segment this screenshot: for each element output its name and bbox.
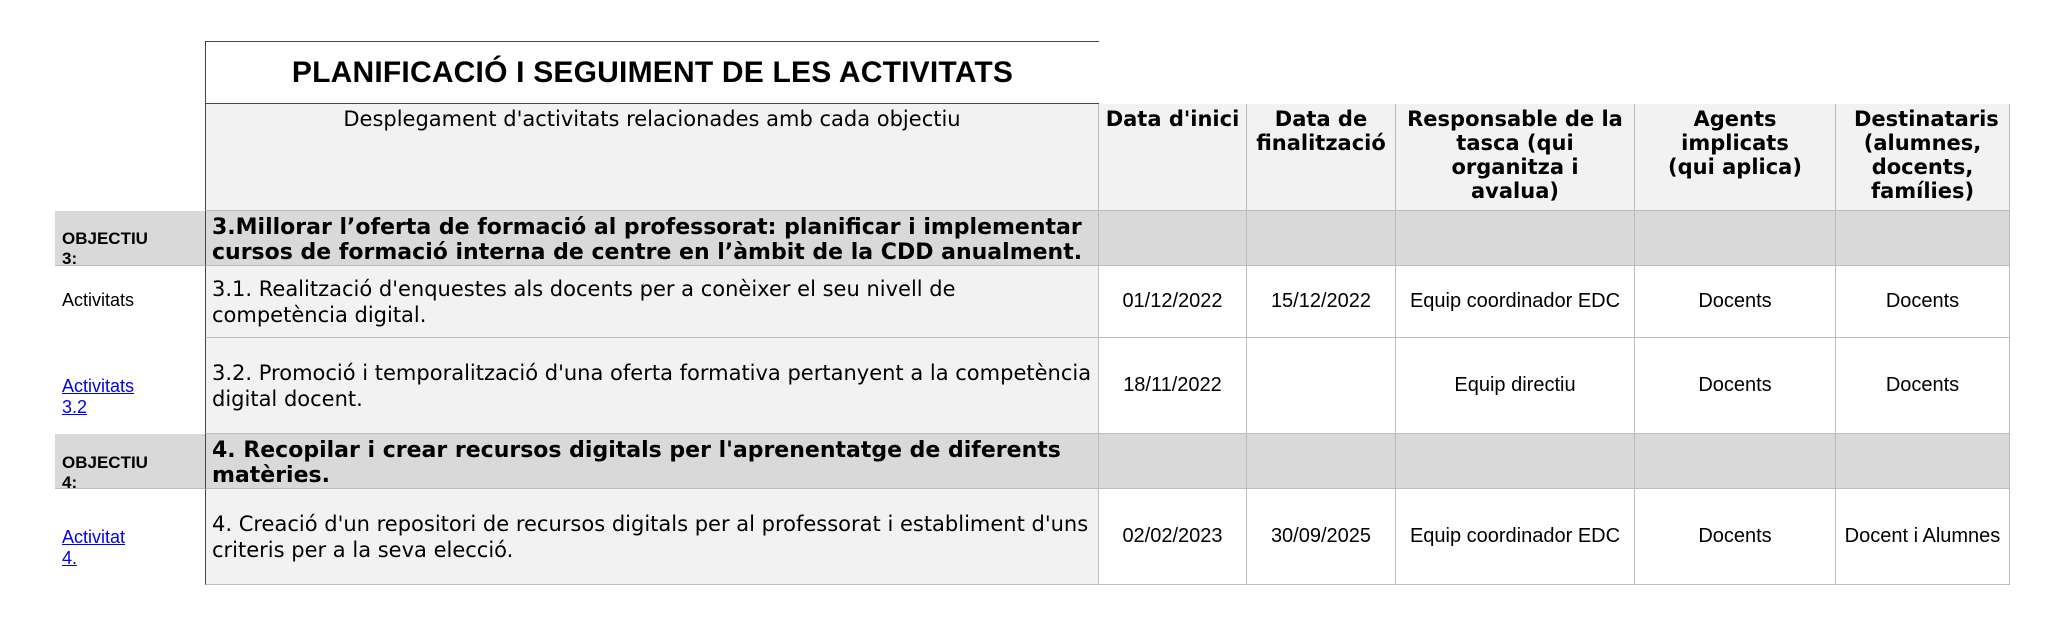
objective-4-label: OBJECTIU 4: — [62, 453, 148, 492]
row-1-end-date: 15/12/2022 — [1247, 266, 1396, 338]
row-1-description: 3.1. Realització d'enquestes als docents… — [205, 266, 1099, 338]
objective-3-text: 3.Millorar l’oferta de formació al profe… — [205, 211, 1099, 266]
row-2-description: 3.2. Promoció i temporalització d'una of… — [205, 338, 1099, 434]
row-3-start-date: 02/02/2023 — [1099, 489, 1247, 585]
header-end-date: Data de finalització — [1247, 104, 1396, 211]
row-2-recipients: Docents — [1836, 338, 2010, 434]
row-1-recipients: Docents — [1836, 266, 2010, 338]
row-3-recipients: Docent i Alumnes — [1836, 489, 2010, 585]
header-recipients: Destinataris (alumnes, docents, famílies… — [1836, 104, 2010, 211]
row-1-start-date: 01/12/2022 — [1099, 266, 1247, 338]
row-3-end-date: 30/09/2025 — [1247, 489, 1396, 585]
objective-3-label: OBJECTIU 3: — [62, 229, 148, 268]
objective-3-empty-end — [1247, 211, 1396, 266]
row-2-end-date — [1247, 338, 1396, 434]
header-description: Desplegament d'activitats relacionades a… — [205, 104, 1099, 211]
objective-4-empty-resp — [1396, 434, 1635, 489]
header-start-date: Data d'inici — [1099, 104, 1247, 211]
objective-3-empty-recipients — [1836, 211, 2010, 266]
page-title: PLANIFICACIÓ I SEGUIMENT DE LES ACTIVITA… — [205, 41, 1099, 104]
row-3-description: 4. Creació d'un repositori de recursos d… — [205, 489, 1099, 585]
row-1-label: Activitats — [62, 290, 135, 310]
row-3-agents: Docents — [1635, 489, 1836, 585]
objective-4-empty-start — [1099, 434, 1247, 489]
row-3-responsible: Equip coordinador EDC — [1396, 489, 1635, 585]
row-1-responsible: Equip coordinador EDC — [1396, 266, 1635, 338]
objective-3-empty-resp — [1396, 211, 1635, 266]
objective-4-text: 4. Recopilar i crear recursos digitals p… — [205, 434, 1099, 489]
row-1-agents: Docents — [1635, 266, 1836, 338]
objective-3-empty-agents — [1635, 211, 1836, 266]
objective-4-empty-agents — [1635, 434, 1836, 489]
row-3-link[interactable]: Activitat 4. — [62, 527, 125, 569]
objective-4-empty-end — [1247, 434, 1396, 489]
header-agents: Agents implicats (qui aplica) — [1635, 104, 1836, 211]
row-2-link[interactable]: Activitats 3.2 — [62, 376, 134, 418]
header-responsible: Responsable de la tasca (qui organitza i… — [1396, 104, 1635, 211]
objective-4-empty-recipients — [1836, 434, 2010, 489]
row-2-agents: Docents — [1635, 338, 1836, 434]
row-2-start-date: 18/11/2022 — [1099, 338, 1247, 434]
row-2-responsible: Equip directiu — [1396, 338, 1635, 434]
objective-3-empty-start — [1099, 211, 1247, 266]
